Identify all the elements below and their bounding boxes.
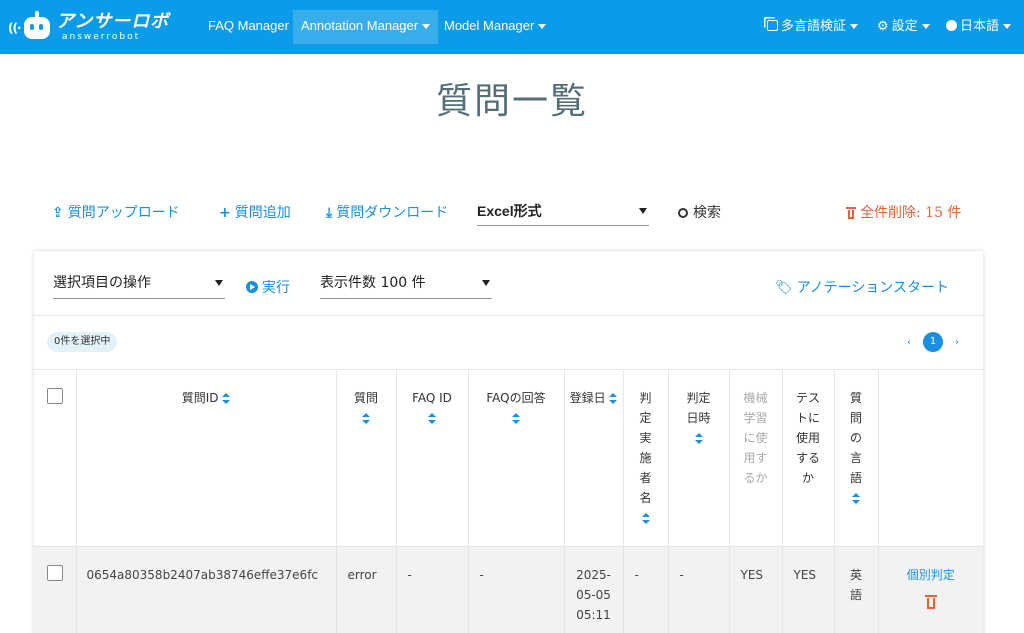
table-header-row: 質問ID 質問 FAQ ID FAQの回答 登録日 判定実施者名 判定日時 機械… — [34, 370, 983, 547]
table-row[interactable]: 0654a80358b2407ab38746effe37e6fc error -… — [34, 546, 983, 633]
selected-count-badge: 0件を選択中 — [47, 332, 118, 352]
caret-down-icon — [215, 280, 223, 286]
col-question[interactable]: 質問 — [336, 370, 397, 547]
page-number-button[interactable]: 1 — [923, 332, 943, 352]
search-icon — [678, 208, 688, 218]
download-icon: ⤓ — [326, 205, 333, 221]
nav-faq-manager[interactable]: FAQ Manager — [208, 0, 289, 54]
col-judge-name[interactable]: 判定実施者名 — [623, 370, 669, 547]
divider — [34, 315, 983, 316]
row-select-cell — [34, 546, 77, 633]
upload-icon: ⇪ — [52, 205, 64, 221]
tag-icon: 🏷 — [775, 280, 793, 296]
cell-actions: 個別判定 — [878, 546, 983, 633]
brand-name-en: answerrobot — [62, 31, 141, 42]
search-button[interactable]: 検索 — [678, 202, 721, 222]
nav-model-manager[interactable]: Model Manager — [444, 0, 547, 54]
next-page-icon[interactable]: › — [955, 337, 959, 348]
col-actions — [878, 370, 983, 547]
sort-icon[interactable] — [852, 493, 860, 504]
sort-icon[interactable] — [362, 413, 370, 424]
globe-icon — [946, 20, 957, 31]
page-size-select[interactable]: 表示件数 100 件 — [320, 271, 492, 299]
questions-table: 質問ID 質問 FAQ ID FAQの回答 登録日 判定実施者名 判定日時 機械… — [34, 370, 983, 633]
prev-page-icon[interactable]: ‹ — [907, 337, 911, 348]
cell-use-ml: YES — [729, 546, 783, 633]
select-all-checkbox[interactable] — [46, 388, 63, 404]
col-registered[interactable]: 登録日 — [564, 370, 624, 547]
annotation-start-button[interactable]: 🏷 アノテーションスタート — [775, 277, 949, 297]
selection-ops-select[interactable]: 選択項目の操作 — [53, 271, 225, 299]
cell-judge-name: - — [623, 546, 669, 633]
individual-judge-link[interactable]: 個別判定 — [907, 568, 955, 582]
sort-icon[interactable] — [428, 413, 436, 424]
pagination: ‹ 1 › — [907, 332, 959, 352]
cell-question: error — [336, 546, 397, 633]
chevron-down-icon — [422, 24, 431, 30]
select-all-header — [34, 370, 77, 547]
chevron-down-icon — [850, 24, 859, 30]
nav-language[interactable]: 日本語 — [946, 0, 1012, 54]
chevron-down-icon — [921, 24, 930, 30]
run-button[interactable]: 実行 — [246, 277, 290, 297]
caret-down-icon — [482, 280, 490, 286]
cell-use-test: YES — [782, 546, 835, 633]
col-judge-date[interactable]: 判定日時 — [668, 370, 730, 547]
upload-questions-button[interactable]: ⇪ 質問アップロード — [52, 202, 180, 222]
sort-icon[interactable] — [694, 433, 703, 444]
download-format-select[interactable]: Excel形式 — [477, 198, 649, 226]
delete-all-button[interactable]: 全件削除: 15 件 — [846, 202, 961, 222]
col-question-id[interactable]: 質問ID — [76, 370, 337, 547]
sort-icon[interactable] — [641, 513, 650, 524]
col-faq-id[interactable]: FAQ ID — [396, 370, 469, 547]
cell-language: 英語 — [834, 546, 879, 633]
page-title: 質問一覧 — [435, 81, 588, 122]
nav-settings[interactable]: ⚙ 設定 — [877, 0, 930, 54]
gear-icon: ⚙ — [877, 18, 889, 33]
plus-icon: + — [219, 205, 231, 221]
cell-judge-date: - — [668, 546, 730, 633]
col-language[interactable]: 質問の言語 — [834, 370, 879, 547]
caret-down-icon — [639, 208, 647, 214]
nav-annotation-manager[interactable]: Annotation Manager — [293, 10, 439, 44]
trash-icon — [846, 207, 856, 219]
row-checkbox[interactable] — [46, 564, 63, 581]
brand-name-jp: アンサーロボ — [56, 10, 170, 32]
col-use-test: テストに使用するか — [782, 370, 835, 547]
questions-card: 選択項目の操作 実行 表示件数 100 件 🏷 アノテーションスタート 0件を選択… — [34, 251, 983, 633]
sort-icon[interactable] — [222, 393, 231, 404]
download-questions-button[interactable]: ⤓ 質問ダウンロード — [326, 202, 448, 222]
sort-icon[interactable] — [609, 393, 618, 404]
cell-question-id: 0654a80358b2407ab38746effe37e6fc — [76, 546, 337, 633]
robot-logo-icon: ((· — [8, 9, 52, 45]
sort-icon[interactable] — [512, 413, 520, 424]
chevron-down-icon — [538, 24, 547, 30]
brand-logo[interactable]: ((· アンサーロボ answerrobot — [8, 8, 169, 46]
chevron-down-icon — [1003, 24, 1012, 30]
col-use-ml: 機械学習に使用するか — [729, 370, 783, 547]
cell-faq-id: - — [396, 546, 469, 633]
nav-multilang-verify[interactable]: 多言語検証 — [767, 0, 859, 54]
top-navbar: ((· アンサーロボ answerrobot FAQ Manager Annot… — [0, 0, 1024, 54]
trash-icon[interactable] — [924, 594, 937, 609]
play-icon — [246, 281, 258, 293]
copy-icon — [767, 20, 778, 31]
cell-faq-answer: - — [468, 546, 565, 633]
cell-registered: 2025-05-05 05:11 — [564, 546, 624, 633]
col-faq-answer[interactable]: FAQの回答 — [468, 370, 565, 547]
add-question-button[interactable]: + 質問追加 — [219, 202, 291, 222]
